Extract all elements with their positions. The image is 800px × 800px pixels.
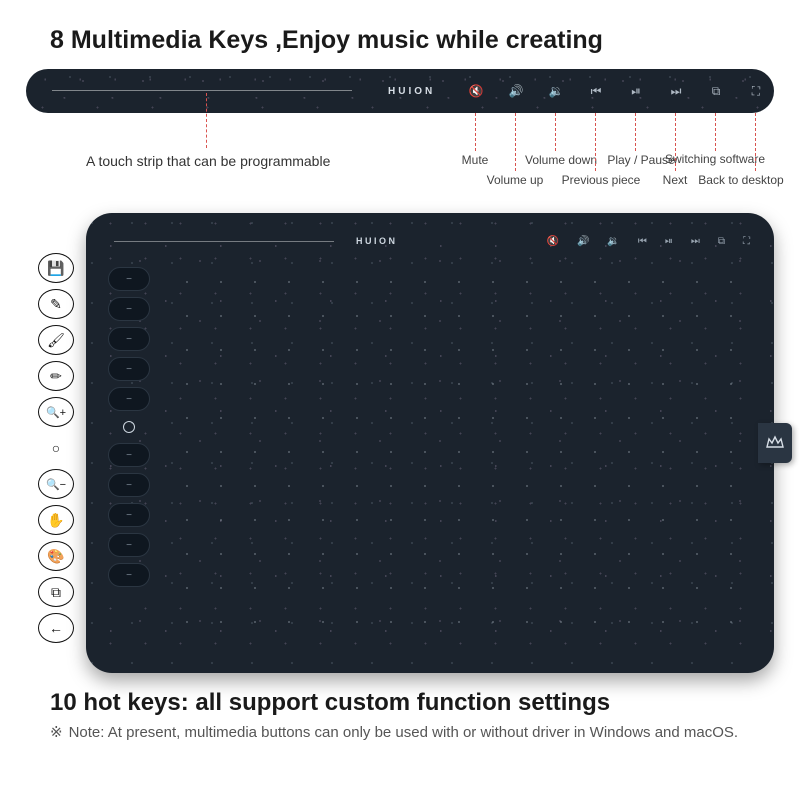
tablet-key-7: − <box>108 473 150 497</box>
label-volume-down: Volume down <box>525 153 597 167</box>
play-pause-icon: ⏯ <box>616 84 656 99</box>
footnote: ※ Note: At present, multimedia buttons c… <box>0 719 800 743</box>
leader-play-pause <box>635 113 636 151</box>
tablet-topbar: HUION 🔇 🔊 🔉 ⏮ ⏯ ⏭ ⧉ ⛶ <box>104 227 756 255</box>
tablet-key-9: − <box>108 533 150 557</box>
brand-label-tablet: HUION <box>356 236 398 246</box>
tablet-key-6: − <box>108 443 150 467</box>
label-volume-up: Volume up <box>487 173 544 187</box>
strip-annotations: A touch strip that can be programmable M… <box>26 113 774 203</box>
tablet-body: HUION 🔇 🔊 🔉 ⏮ ⏯ ⏭ ⧉ ⛶ − − − − − − − − − … <box>86 213 774 673</box>
label-switch-software: Switching software <box>665 153 765 166</box>
leader-previous <box>595 113 596 171</box>
switch-software-icon: ⧉ <box>696 84 736 99</box>
brand-label-strip: HUION <box>388 69 435 113</box>
hotkey-zoom-out-icon: 🔍− <box>38 469 74 499</box>
volume-down-icon: 🔉 <box>536 84 576 98</box>
t-switch-software-icon: ⧉ <box>718 236 725 247</box>
subheading-hotkeys: 10 hot keys: all support custom function… <box>0 673 800 719</box>
hotkey-brush-icon: 🖌 <box>38 325 74 355</box>
hotkey-pencil-icon: ✏ <box>38 361 74 391</box>
label-back-to-desktop: Back to desktop <box>698 173 783 187</box>
leader-mute <box>475 113 476 151</box>
tablet-key-10: − <box>108 563 150 587</box>
t-volume-up-icon: 🔊 <box>577 236 589 247</box>
tablet-ring-icon <box>123 421 135 433</box>
mute-icon: 🔇 <box>456 84 496 98</box>
t-back-to-desktop-icon: ⛶ <box>743 236 750 247</box>
previous-icon: ⏮ <box>576 84 616 99</box>
tablet-key-5: − <box>108 387 150 411</box>
leader-back-to-desktop <box>755 113 756 171</box>
hotkey-duplicate-icon: ⧉ <box>38 577 74 607</box>
tablet-side-tab <box>758 423 792 463</box>
tablet-key-1: − <box>108 267 150 291</box>
t-next-icon: ⏭ <box>691 236 700 247</box>
hotkey-save-icon: 💾 <box>38 253 74 283</box>
touch-strip-line <box>52 90 352 91</box>
tablet-key-8: − <box>108 503 150 527</box>
hotkey-pen-icon: ✎ <box>38 289 74 319</box>
hotkey-column: 💾 ✎ 🖌 ✏ 🔍+ ○ 🔍− ✋ 🎨 ⧉ ← <box>38 253 74 643</box>
leader-switch-software <box>715 113 716 151</box>
label-previous: Previous piece <box>562 173 641 187</box>
strip-multimedia-icons: 🔇 🔊 🔉 ⏮ ⏯ ⏭ ⧉ ⛶ <box>456 69 776 113</box>
hotkey-ring-icon: ○ <box>38 433 74 463</box>
tablet-key-4: − <box>108 357 150 381</box>
label-next: Next <box>663 173 688 187</box>
tablet-key-3: − <box>108 327 150 351</box>
tablet-zone: 💾 ✎ 🖌 ✏ 🔍+ ○ 🔍− ✋ 🎨 ⧉ ← HUION 🔇 🔊 🔉 ⏮ ⏯ … <box>26 213 774 673</box>
hotkey-hand-icon: ✋ <box>38 505 74 535</box>
tablet-key-2: − <box>108 297 150 321</box>
next-icon: ⏭ <box>656 84 696 99</box>
t-previous-icon: ⏮ <box>638 236 647 247</box>
tablet-drawing-surface <box>170 265 754 653</box>
heading-multimedia: 8 Multimedia Keys ,Enjoy music while cre… <box>0 0 800 69</box>
tablet-touch-strip <box>114 241 334 242</box>
t-mute-icon: 🔇 <box>547 236 559 247</box>
t-volume-down-icon: 🔉 <box>607 236 619 247</box>
hotkey-back-icon: ← <box>38 613 74 643</box>
tablet-hotkey-buttons: − − − − − − − − − − <box>108 267 150 587</box>
volume-up-icon: 🔊 <box>496 84 536 98</box>
back-to-desktop-icon: ⛶ <box>736 84 776 99</box>
strip-body: HUION 🔇 🔊 🔉 ⏮ ⏯ ⏭ ⧉ ⛶ <box>26 69 774 113</box>
hotkey-zoom-in-icon: 🔍+ <box>38 397 74 427</box>
note-symbol: ※ <box>50 723 63 743</box>
leader-volume-down <box>555 113 556 151</box>
crown-icon <box>765 433 785 453</box>
note-text: Note: At present, multimedia buttons can… <box>69 723 739 743</box>
hotkey-palette-icon: 🎨 <box>38 541 74 571</box>
tablet-multimedia-icons: 🔇 🔊 🔉 ⏮ ⏯ ⏭ ⧉ ⛶ <box>547 236 751 247</box>
top-strip-bar: HUION 🔇 🔊 🔉 ⏮ ⏯ ⏭ ⧉ ⛶ <box>26 69 774 113</box>
label-mute: Mute <box>462 153 489 167</box>
touch-strip-leader <box>206 93 207 148</box>
leader-volume-up <box>515 113 516 171</box>
touch-strip-caption: A touch strip that can be programmable <box>86 153 330 169</box>
t-play-pause-icon: ⏯ <box>665 236 673 247</box>
